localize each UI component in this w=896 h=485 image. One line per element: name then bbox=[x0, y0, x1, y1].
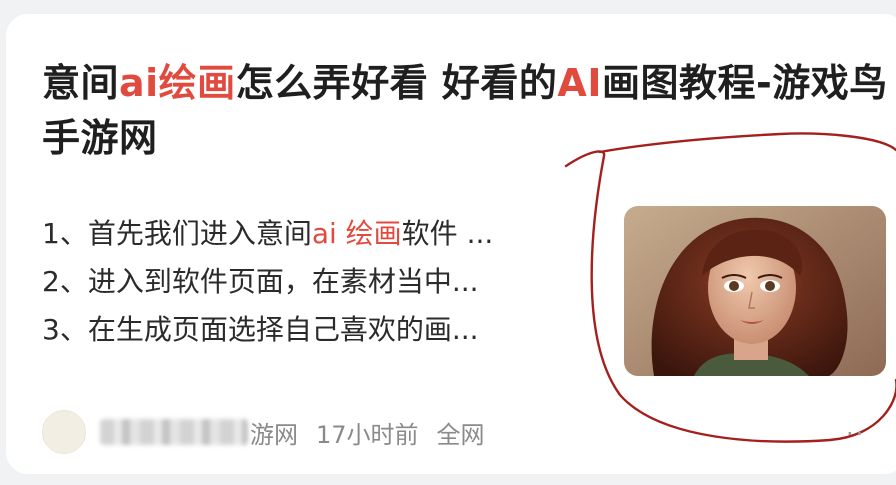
source-name-suffix: 游网 bbox=[250, 420, 298, 449]
portrait-illustration bbox=[624, 206, 886, 376]
title-part-2: 怎么弄好看 好看的 bbox=[235, 61, 558, 105]
result-thumbnail[interactable] bbox=[624, 206, 886, 376]
snippet-step-3: 3、在生成页面选择自己喜欢的画... bbox=[42, 313, 479, 346]
result-meta: 游网 17小时前 全网 bbox=[42, 410, 485, 454]
source-scope: 全网 bbox=[436, 420, 485, 449]
title-part-1: 意间 bbox=[42, 61, 120, 105]
result-snippet[interactable]: 1、首先我们进入意间ai 绘画软件 ... 2、进入到软件页面，在素材当中...… bbox=[42, 210, 602, 354]
source-avatar[interactable] bbox=[42, 410, 86, 454]
source-name-blurred bbox=[100, 419, 248, 445]
step-1-suffix: 软件 ... bbox=[401, 217, 494, 250]
title-highlight-1: ai绘画 bbox=[119, 61, 236, 105]
title-highlight-2: AI bbox=[557, 61, 602, 105]
result-title[interactable]: 意间ai绘画怎么弄好看 好看的AI画图教程-游戏鸟手游网 bbox=[42, 56, 888, 166]
more-options-icon[interactable]: ·· bbox=[846, 420, 865, 448]
snippet-step-1: 1、首先我们进入意间ai 绘画软件 ... bbox=[42, 210, 602, 258]
publish-time: 17小时前 bbox=[316, 420, 419, 449]
step-1-prefix: 1、首先我们进入意间 bbox=[42, 217, 312, 250]
step-1-highlight: ai 绘画 bbox=[311, 217, 402, 250]
snippet-step-2: 2、进入到软件页面，在素材当中... bbox=[42, 265, 479, 298]
